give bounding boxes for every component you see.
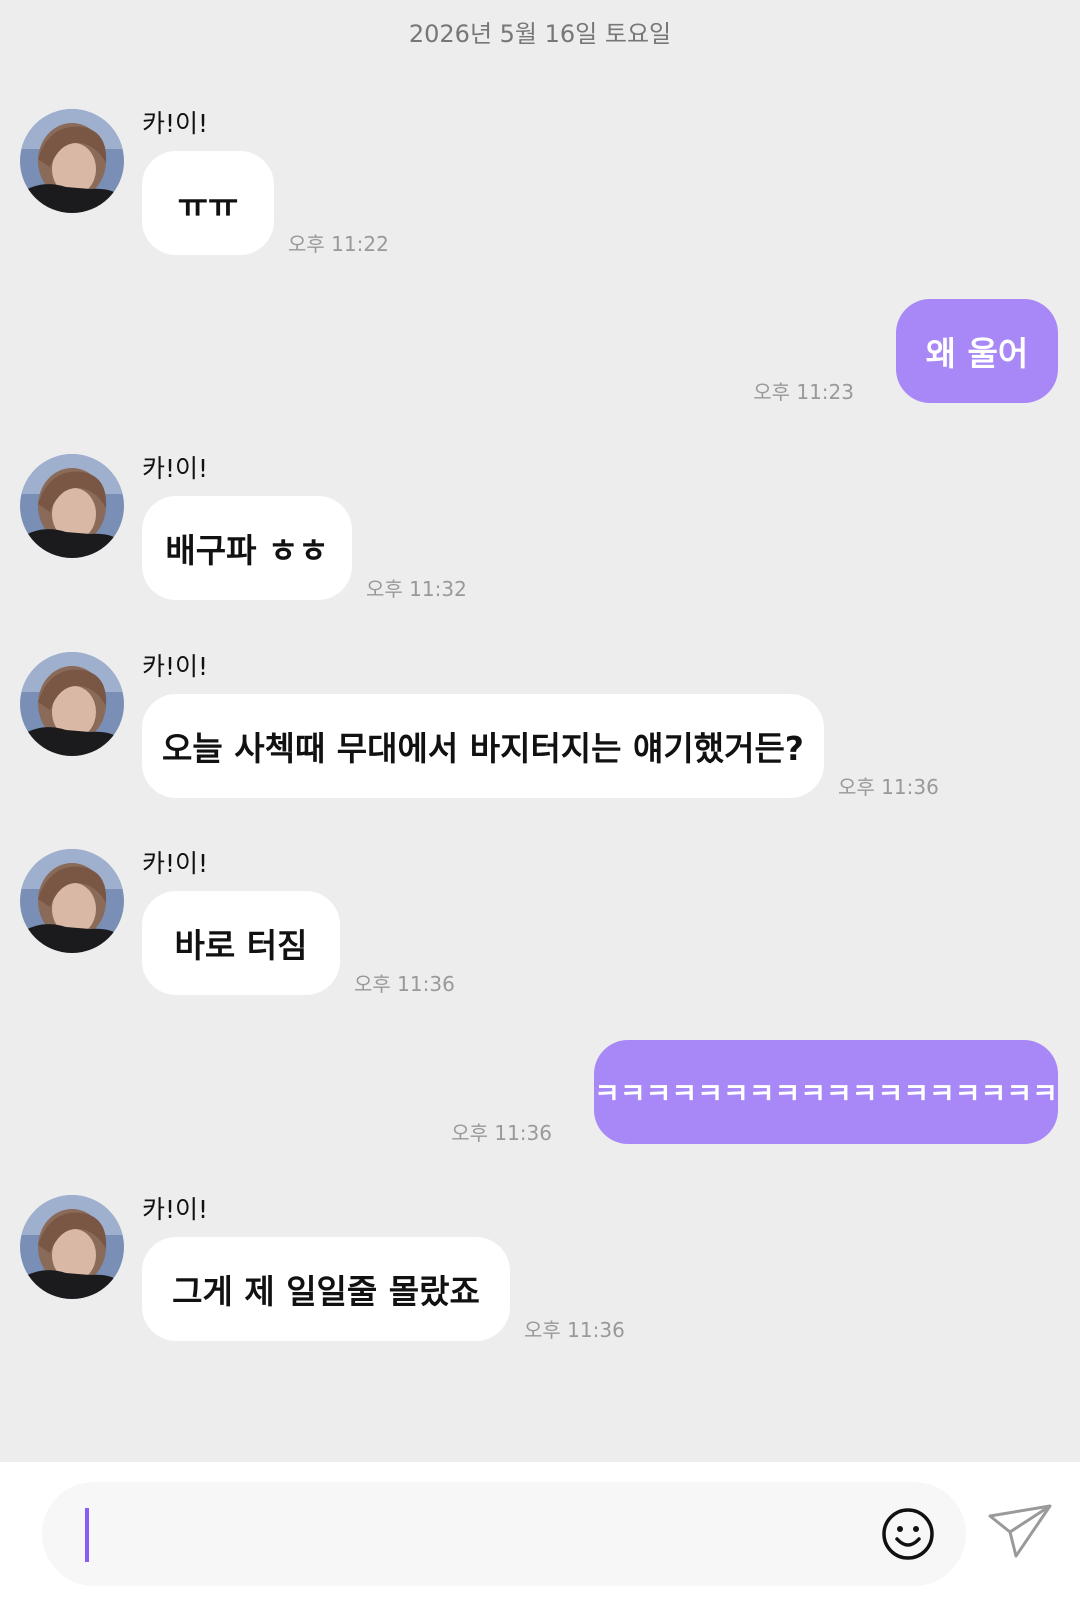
message-time: 오후 11:36 — [838, 775, 939, 799]
message-bubble[interactable]: 오늘 사첵때 무대에서 바지터지는 얘기했거든? — [142, 694, 824, 798]
avatar[interactable] — [20, 652, 124, 756]
avatar[interactable] — [20, 454, 124, 558]
message-input-container[interactable] — [42, 1482, 966, 1586]
sender-name: 카!이! — [142, 454, 209, 483]
message-time: 오후 11:32 — [366, 577, 467, 601]
message-bubble[interactable]: ㅠㅠ — [142, 151, 274, 255]
message-time: 오후 11:23 — [753, 380, 854, 404]
message-bubble[interactable]: 바로 터짐 — [142, 891, 340, 995]
text-caret — [85, 1508, 89, 1562]
avatar[interactable] — [20, 1195, 124, 1299]
sender-name: 카!이! — [142, 1195, 209, 1224]
avatar[interactable] — [20, 109, 124, 213]
message-time: 오후 11:36 — [524, 1318, 625, 1342]
message-bubble[interactable]: 배구파 ㅎㅎ — [142, 496, 352, 600]
message-bubble[interactable]: 왜 울어 — [896, 299, 1058, 403]
message-time: 오후 11:36 — [354, 972, 455, 996]
message-time: 오후 11:36 — [451, 1121, 552, 1145]
message-composer — [0, 1462, 1080, 1611]
smiley-icon[interactable] — [880, 1506, 936, 1562]
avatar[interactable] — [20, 849, 124, 953]
message-bubble[interactable]: ㅋㅋㅋㅋㅋㅋㅋㅋㅋㅋㅋㅋㅋㅋㅋㅋㅋㅋ — [594, 1040, 1058, 1144]
sender-name: 카!이! — [142, 849, 209, 878]
message-time: 오후 11:22 — [288, 232, 389, 256]
date-header: 2026년 5월 16일 토요일 — [408, 20, 672, 48]
paper-plane-icon[interactable] — [986, 1502, 1054, 1560]
sender-name: 카!이! — [142, 109, 209, 138]
chat-area[interactable]: 2026년 5월 16일 토요일 카!이! ㅠㅠ 오후 11:22 왜 울어 오… — [0, 0, 1080, 1462]
sender-name: 카!이! — [142, 652, 209, 681]
message-bubble[interactable]: 그게 제 일일줄 몰랐죠 — [142, 1237, 510, 1341]
message-input[interactable] — [100, 1502, 864, 1568]
